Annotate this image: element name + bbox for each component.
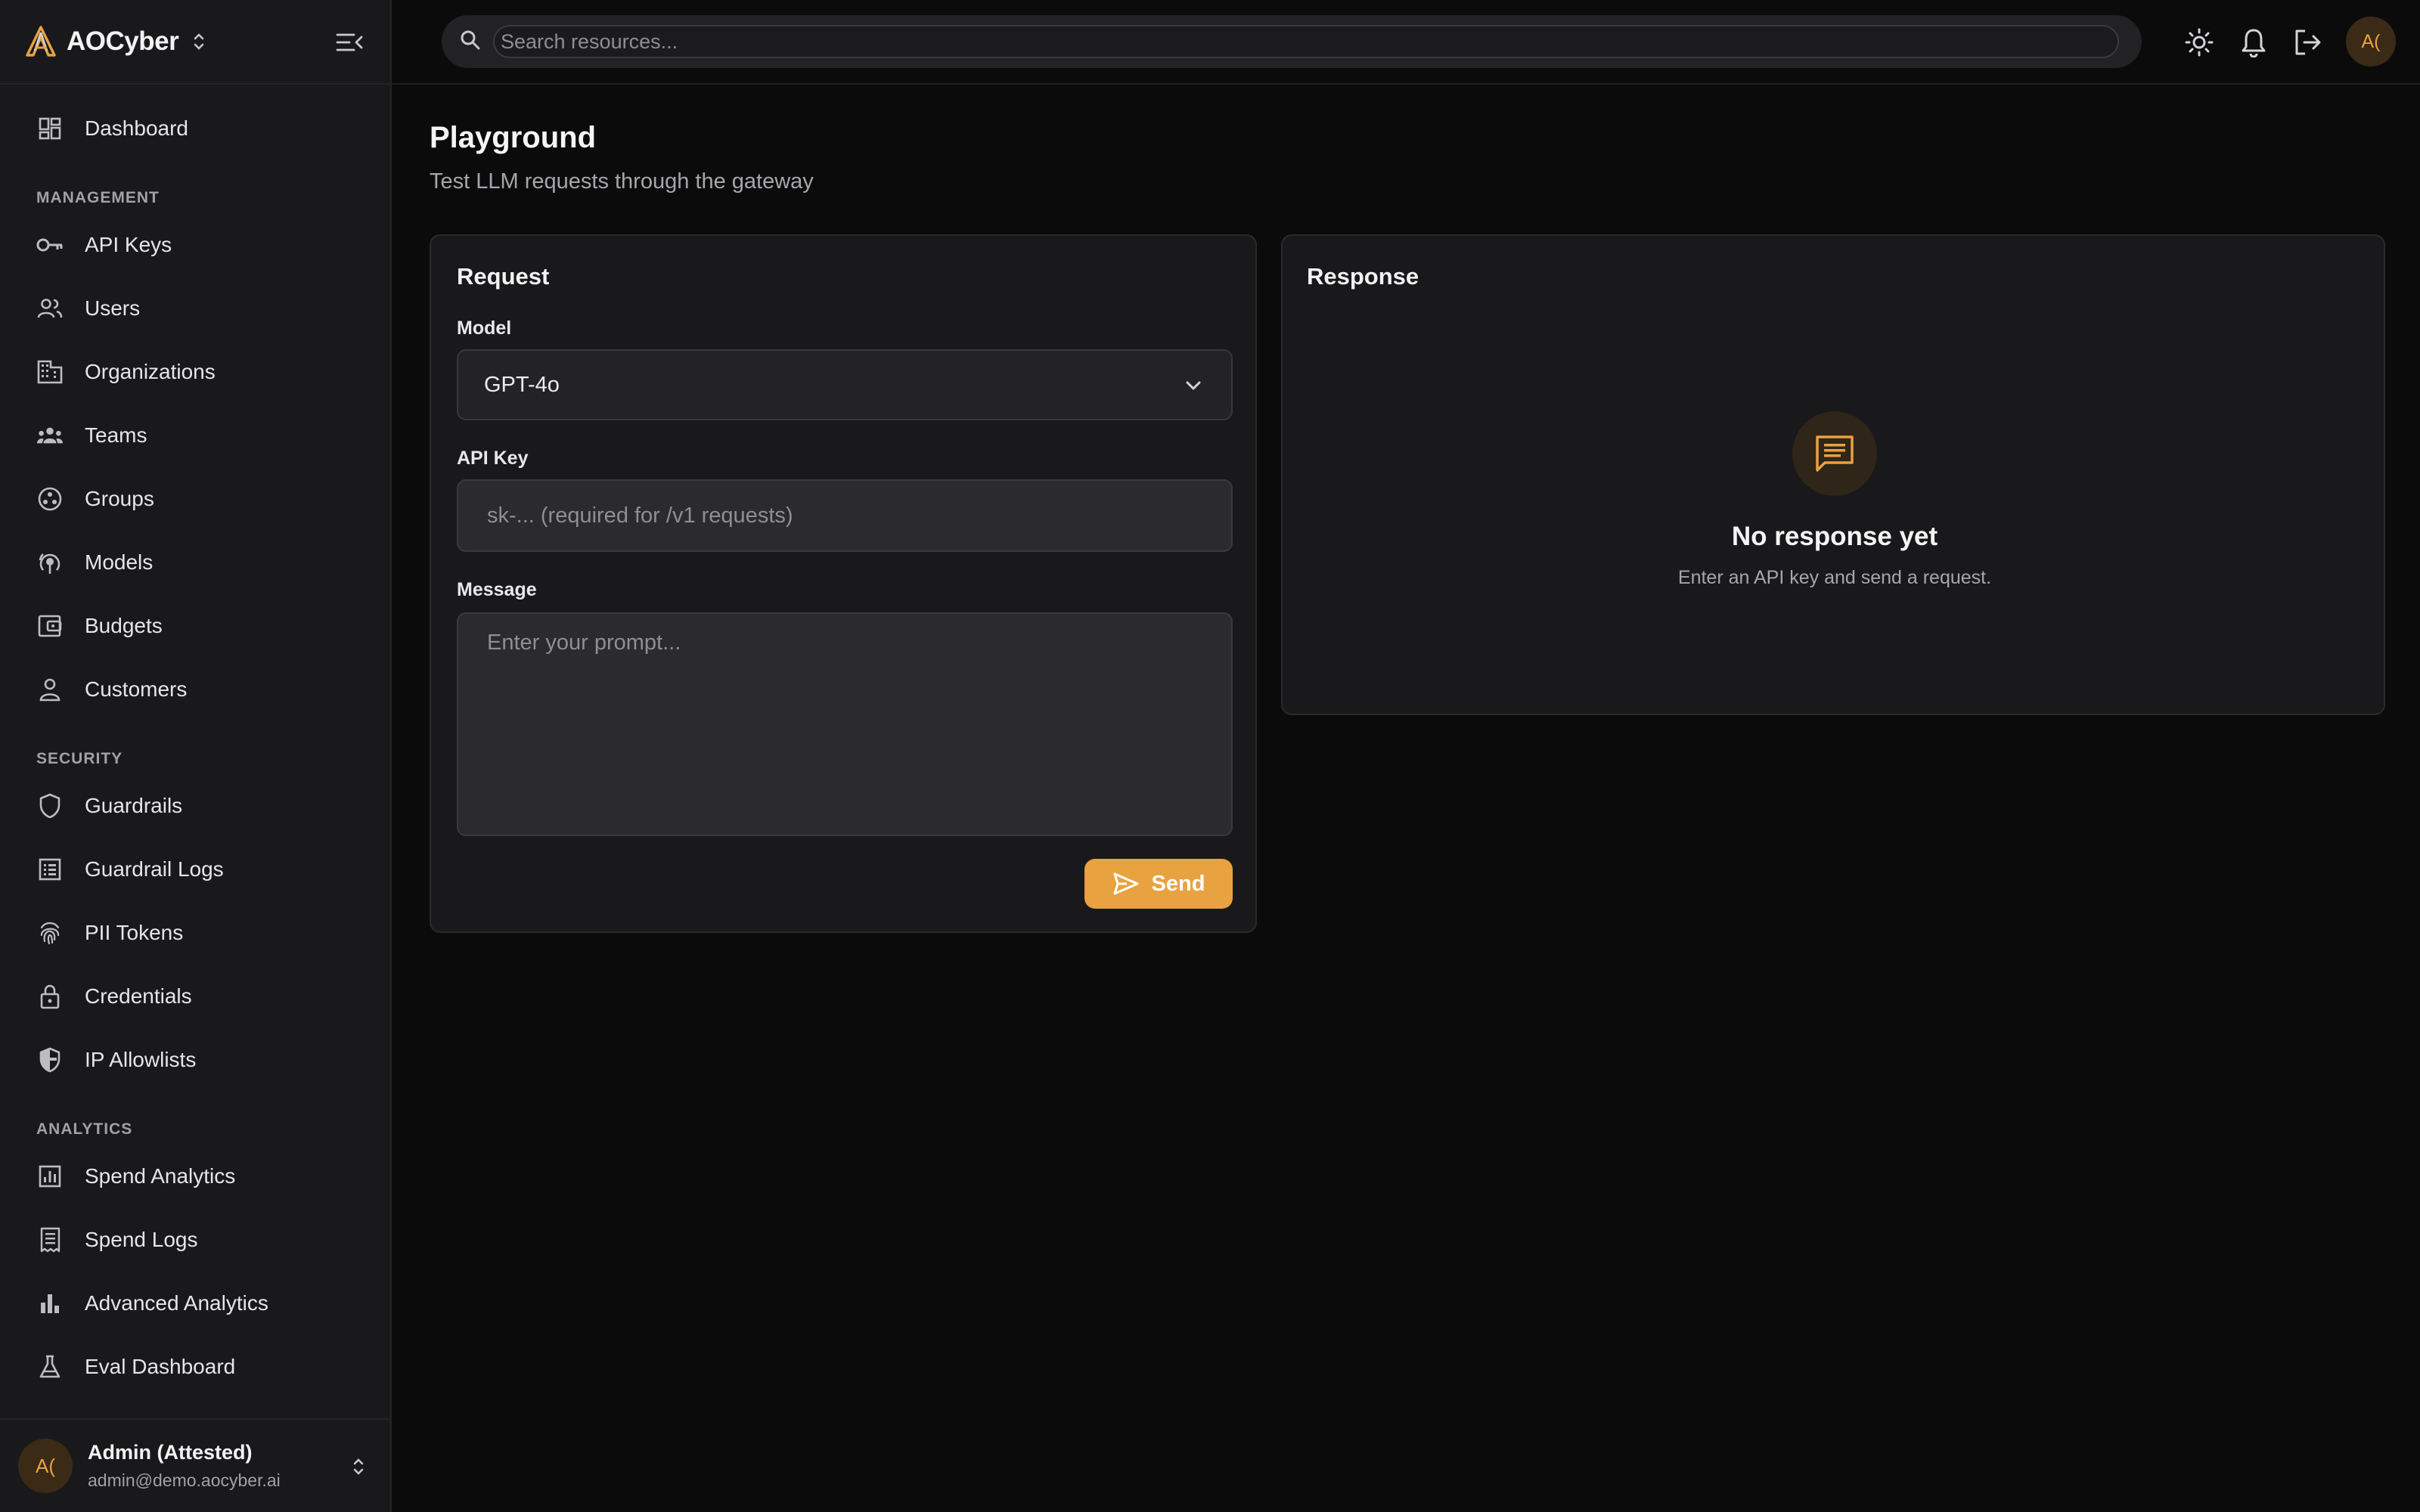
request-card: Request Model GPT-4o API Key Message Sen… — [430, 234, 1257, 933]
sidebar-item-label: Models — [85, 550, 154, 574]
chat-icon — [1792, 411, 1877, 496]
section-title-security: SECURITY — [36, 750, 123, 767]
models-icon — [36, 549, 64, 576]
sidebar-item-api-keys[interactable]: API Keys — [24, 221, 366, 269]
groups-icon — [36, 485, 64, 513]
send-button-label: Send — [1151, 871, 1205, 896]
sidebar-item-credentials[interactable]: Credentials — [24, 972, 366, 1021]
sidebar-item-label: Dashboard — [85, 116, 188, 140]
sidebar-item-organizations[interactable]: Organizations — [24, 348, 366, 396]
sidebar-nav: Dashboard MANAGEMENT API Keys Users Orga… — [0, 85, 390, 1418]
sidebar-item-spend-analytics[interactable]: Spend Analytics — [24, 1152, 366, 1201]
avatar: A( — [18, 1439, 73, 1493]
page-title: Playground — [430, 121, 597, 154]
sidebar-item-label: Spend Analytics — [85, 1164, 236, 1188]
chevron-down-icon — [1181, 373, 1205, 398]
search-icon — [460, 29, 481, 54]
sidebar: AOCyber Dashboard MANAGEMENT API Keys Us… — [0, 0, 392, 1512]
sun-icon[interactable] — [2183, 26, 2216, 59]
analytics-icon — [36, 1163, 64, 1190]
user-menu[interactable]: A( Admin (Attested) admin@demo.aocyber.a… — [0, 1418, 390, 1512]
sidebar-item-label: Organizations — [85, 360, 216, 383]
sidebar-item-models[interactable]: Models — [24, 538, 366, 587]
sidebar-item-groups[interactable]: Groups — [24, 475, 366, 523]
search-bar — [442, 15, 2142, 68]
sidebar-item-advanced-analytics[interactable]: Advanced Analytics — [24, 1279, 366, 1328]
bar-chart-icon — [36, 1290, 64, 1317]
empty-state-subtitle: Enter an API key and send a request. — [1677, 567, 1992, 588]
send-button[interactable]: Send — [1084, 859, 1233, 909]
sidebar-item-spend-logs[interactable]: Spend Logs — [24, 1216, 366, 1264]
response-card: Response No response yet Enter an API ke… — [1281, 234, 2385, 715]
user-name: Admin (Attested) — [88, 1441, 253, 1464]
key-icon — [36, 231, 64, 259]
sidebar-item-users[interactable]: Users — [24, 284, 366, 333]
topbar: A( — [392, 0, 2420, 85]
sidebar-item-guardrails[interactable]: Guardrails — [24, 782, 366, 830]
sidebar-item-label: Credentials — [85, 984, 192, 1008]
sidebar-item-label: Teams — [85, 423, 147, 447]
shield-half-icon — [36, 1046, 64, 1074]
bell-icon[interactable] — [2237, 26, 2270, 59]
building-icon — [36, 358, 64, 386]
sidebar-item-label: Customers — [85, 677, 188, 701]
sidebar-item-label: IP Allowlists — [85, 1048, 197, 1071]
receipt-icon — [36, 1226, 64, 1253]
sidebar-item-eval-dashboard[interactable]: Eval Dashboard — [24, 1343, 366, 1391]
api-key-label: API Key — [457, 448, 529, 469]
sidebar-item-label: API Keys — [85, 233, 172, 256]
sidebar-item-customers[interactable]: Customers — [24, 665, 366, 714]
empty-state-title: No response yet — [1731, 522, 1938, 551]
shield-icon — [36, 792, 64, 820]
sidebar-item-label: Eval Dashboard — [85, 1355, 236, 1378]
section-title-analytics: ANALYTICS — [36, 1120, 133, 1138]
sidebar-item-ip-allowlists[interactable]: IP Allowlists — [24, 1036, 366, 1084]
wallet-icon — [36, 612, 64, 640]
search-input[interactable] — [493, 25, 2119, 58]
sidebar-item-label: Guardrails — [85, 794, 183, 817]
user-email: admin@demo.aocyber.ai — [88, 1470, 281, 1490]
dashboard-icon — [36, 115, 64, 142]
response-title: Response — [1307, 263, 1419, 290]
sidebar-item-label: Spend Logs — [85, 1228, 198, 1251]
list-icon — [36, 856, 64, 883]
send-icon — [1112, 870, 1140, 897]
api-key-input[interactable] — [457, 479, 1233, 552]
chevron-updown-icon[interactable] — [349, 1453, 368, 1480]
model-label: Model — [457, 318, 512, 339]
sidebar-item-budgets[interactable]: Budgets — [24, 602, 366, 650]
logout-icon[interactable] — [2291, 26, 2325, 59]
section-title-management: MANAGEMENT — [36, 189, 160, 206]
avatar[interactable]: A( — [2346, 17, 2396, 67]
sidebar-item-pii-tokens[interactable]: PII Tokens — [24, 909, 366, 957]
sidebar-item-label: Guardrail Logs — [85, 857, 224, 881]
message-label: Message — [457, 579, 537, 600]
sidebar-item-guardrail-logs[interactable]: Guardrail Logs — [24, 845, 366, 894]
sidebar-item-label: Users — [85, 296, 141, 320]
flask-icon — [36, 1353, 64, 1380]
collapse-sidebar-icon[interactable] — [334, 27, 365, 57]
page-subtitle: Test LLM requests through the gateway — [430, 169, 814, 194]
users-icon — [36, 295, 64, 322]
chevron-updown-icon[interactable] — [189, 28, 209, 55]
logo-icon — [24, 25, 57, 58]
sidebar-item-label: Budgets — [85, 614, 163, 637]
sidebar-item-dashboard[interactable]: Dashboard — [24, 104, 366, 153]
teams-icon — [36, 422, 64, 449]
user-info: Admin (Attested) admin@demo.aocyber.ai — [88, 1441, 281, 1491]
sidebar-item-label: Groups — [85, 487, 154, 510]
lock-icon — [36, 983, 64, 1010]
app-root: AOCyber Dashboard MANAGEMENT API Keys Us… — [0, 0, 2420, 1512]
person-icon — [36, 676, 64, 703]
model-select-value: GPT-4o — [484, 372, 560, 397]
sidebar-item-teams[interactable]: Teams — [24, 411, 366, 460]
message-textarea[interactable] — [457, 612, 1233, 836]
request-title: Request — [457, 263, 550, 290]
brand-name: AOCyber — [67, 26, 179, 56]
model-select[interactable]: GPT-4o — [457, 349, 1233, 420]
brand-row: AOCyber — [0, 0, 390, 85]
sidebar-item-label: Advanced Analytics — [85, 1291, 268, 1315]
sidebar-item-label: PII Tokens — [85, 921, 184, 944]
fingerprint-icon — [36, 919, 64, 947]
